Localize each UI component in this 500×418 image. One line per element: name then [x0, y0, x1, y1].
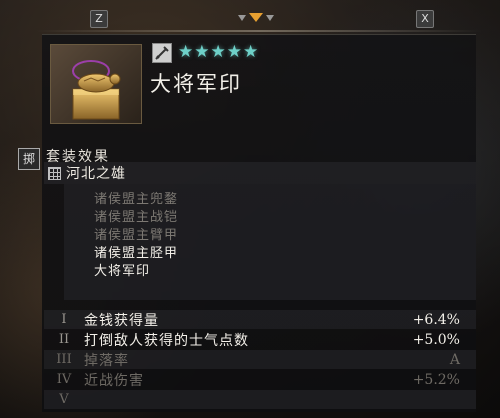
set-title-row: 河北之雄	[44, 162, 476, 184]
stat-index: IV	[56, 372, 72, 387]
side-tab-badge[interactable]: 掷	[18, 148, 40, 170]
stat-name: 近战伤害	[84, 372, 144, 389]
set-pieces-list: 诸侯盟主兜鍪 诸侯盟主战铠 诸侯盟主臂甲 诸侯盟主胫甲 大将军印	[64, 184, 476, 300]
set-piece-item: 诸侯盟主胫甲	[94, 246, 179, 261]
prev-key-hint[interactable]: Z	[90, 10, 108, 28]
set-piece-item: 诸侯盟主臂甲	[94, 228, 179, 243]
current-page-arrow-icon	[249, 13, 263, 22]
stat-index: V	[59, 392, 69, 407]
stat-row: III 掉落率 A	[44, 350, 476, 369]
star-icon: ★	[243, 42, 259, 62]
stat-row: IV 近战伤害 +5.2%	[44, 370, 476, 389]
set-grid-icon	[48, 166, 61, 180]
set-title: 河北之雄	[66, 166, 126, 182]
rarity-stars: ★ ★ ★ ★ ★	[178, 42, 258, 62]
next-key-hint[interactable]: X	[416, 10, 434, 28]
stat-value: +5.2%	[412, 371, 460, 388]
star-icon: ★	[210, 42, 226, 62]
stat-name: 金钱获得量	[84, 312, 159, 329]
stats-list: I 金钱获得量 +6.4% II 打倒敌人获得的士气点数 +5.0% III 掉…	[44, 310, 476, 412]
golden-turtle-seal-icon	[50, 44, 142, 124]
item-name: 大将军印	[150, 72, 242, 96]
stat-row: II 打倒敌人获得的士气点数 +5.0%	[44, 330, 476, 349]
sword-rarity-icon	[152, 43, 172, 63]
page-dot-icon	[238, 14, 246, 21]
stat-value: +5.0%	[412, 331, 460, 348]
stat-row: I 金钱获得量 +6.4%	[44, 310, 476, 329]
stat-index: II	[58, 332, 70, 347]
stat-row: V	[44, 390, 476, 409]
star-icon: ★	[226, 42, 242, 62]
page-dot-icon	[266, 14, 274, 21]
stat-index: I	[61, 312, 67, 327]
stat-value: A	[449, 351, 460, 368]
stat-index: III	[56, 352, 72, 367]
star-icon: ★	[194, 42, 210, 62]
stat-name: 打倒敌人获得的士气点数	[84, 332, 249, 349]
set-piece-item: 诸侯盟主战铠	[94, 210, 179, 225]
stat-name: 掉落率	[84, 352, 129, 369]
set-piece-item: 大将军印	[94, 264, 151, 279]
star-icon: ★	[178, 42, 194, 62]
page-indicator	[238, 13, 274, 22]
stat-value: +6.4%	[412, 311, 460, 328]
set-piece-item: 诸侯盟主兜鍪	[94, 192, 179, 207]
panel-top-edge	[36, 30, 482, 32]
